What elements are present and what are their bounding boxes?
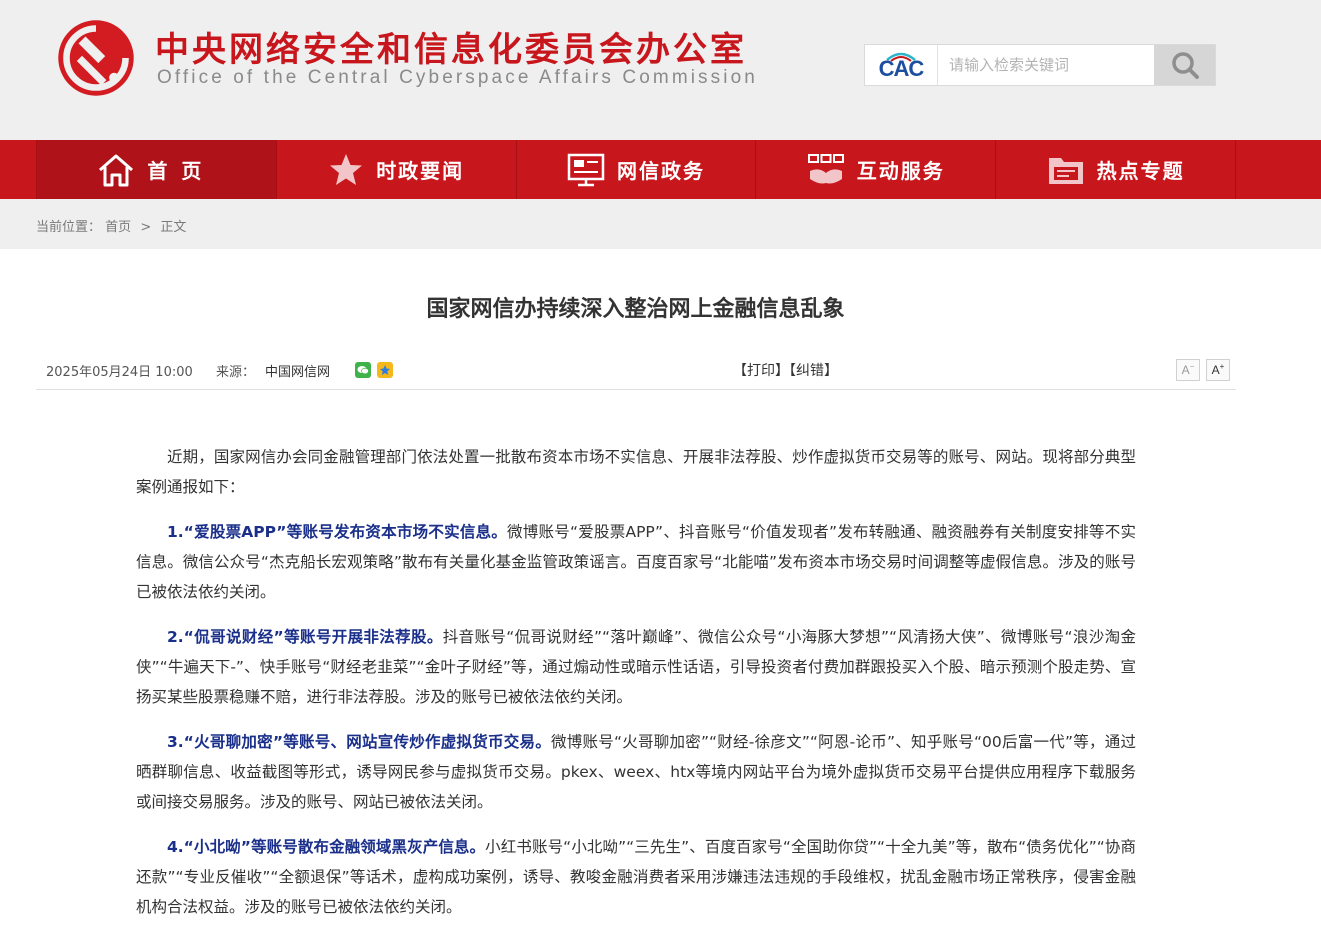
article-meta: 2025年05月24日 10:00 来源： 中国网信网 【打印】【纠错】 A − …: [36, 356, 1236, 390]
site-header: 中央网络安全和信息化委员会办公室 Office of the Central C…: [0, 0, 1321, 140]
nav-item-label: 互动服务: [856, 159, 945, 183]
search-icon: [1171, 52, 1199, 79]
correction-button[interactable]: 【纠错】: [789, 363, 838, 379]
site-title-chinese: 中央网络安全和信息化委员会办公室: [155, 30, 747, 70]
case-heading: 4.“小北呦”等账号散布金融领域黑灰产信息。: [167, 838, 486, 856]
nav-item-topics[interactable]: 热点专题: [996, 140, 1236, 199]
search-box: CAC: [864, 44, 1216, 86]
breadcrumb-bar: 当前位置： 首页 > 正文: [0, 199, 1321, 249]
publish-date: 2025年05月24日 10:00: [46, 365, 193, 380]
article-actions: 【打印】【纠错】: [733, 360, 838, 380]
font-increase-label: A: [1211, 363, 1220, 377]
article-title: 国家网信办持续深入整治网上金融信息乱象: [426, 297, 845, 322]
print-button[interactable]: 【打印】: [733, 363, 789, 379]
source-label: 来源：: [216, 365, 256, 380]
breadcrumb-prefix: 当前位置：: [36, 220, 102, 235]
nav-item-label: 热点专题: [1096, 159, 1185, 183]
font-decrease-label: A: [1181, 363, 1190, 377]
plus-icon: +: [1219, 361, 1225, 371]
breadcrumb-separator: >: [140, 220, 152, 235]
folder-icon: [1047, 153, 1085, 187]
case-paragraph: 1.“爱股票APP”等账号发布资本市场不实信息。微博账号“爱股票APP”、抖音账…: [136, 517, 1136, 607]
star-icon: [328, 152, 364, 188]
site-title-english: Office of the Central Cyberspace Affairs…: [157, 67, 758, 88]
nav-item-interaction[interactable]: 互动服务: [756, 140, 997, 199]
breadcrumb-home-link[interactable]: 首页: [105, 220, 131, 235]
minus-icon: −: [1189, 361, 1195, 371]
screen-icon: [567, 153, 605, 187]
handshake-icon: [807, 153, 845, 187]
source-name: 中国网信网: [265, 365, 331, 380]
cac-logo-text: CAC: [878, 56, 925, 81]
nav-item-affairs[interactable]: 网信政务: [517, 140, 757, 199]
nav-item-news[interactable]: 时政要闻: [277, 140, 517, 199]
wechat-share-icon[interactable]: [355, 362, 371, 378]
font-increase-button[interactable]: A +: [1206, 359, 1230, 381]
nav-item-label: 网信政务: [616, 159, 705, 183]
article-body: 近期，国家网信办会同金融管理部门依法处置一批散布资本市场不实信息、开展非法荐股、…: [136, 442, 1136, 933]
cac-logo: CAC: [865, 45, 938, 85]
party-emblem-logo[interactable]: [55, 17, 137, 99]
font-decrease-button[interactable]: A −: [1176, 359, 1200, 381]
case-paragraph: 2.“侃哥说财经”等账号开展非法荐股。抖音账号“侃哥说财经”“落叶巅峰”、微信公…: [136, 622, 1136, 712]
case-heading: 3.“火哥聊加密”等账号、网站宣传炒作虚拟货币交易。: [167, 733, 551, 751]
search-input[interactable]: [939, 45, 1155, 85]
breadcrumb: 当前位置： 首页 > 正文: [36, 216, 186, 235]
home-icon: [97, 152, 135, 188]
nav-item-label: 时政要闻: [376, 159, 465, 183]
case-heading: 1.“爱股票APP”等账号发布资本市场不实信息。: [167, 523, 508, 541]
case-heading: 2.“侃哥说财经”等账号开展非法荐股。: [167, 628, 443, 646]
qzone-share-icon[interactable]: [377, 362, 393, 378]
search-button[interactable]: [1154, 45, 1215, 85]
nav-item-label: 首页: [147, 159, 216, 183]
article-intro: 近期，国家网信办会同金融管理部门依法处置一批散布资本市场不实信息、开展非法荐股、…: [136, 448, 1136, 496]
main-nav: 首页 时政要闻 网信政务 互动服务 热点专题: [0, 140, 1321, 199]
case-paragraph: 3.“火哥聊加密”等账号、网站宣传炒作虚拟货币交易。微博账号“火哥聊加密”“财经…: [136, 727, 1136, 817]
nav-item-home[interactable]: 首页: [37, 140, 277, 199]
breadcrumb-current: 正文: [160, 220, 187, 235]
case-paragraph: 4.“小北呦”等账号散布金融领域黑灰产信息。小红书账号“小北呦”“三先生”、百度…: [136, 832, 1136, 922]
